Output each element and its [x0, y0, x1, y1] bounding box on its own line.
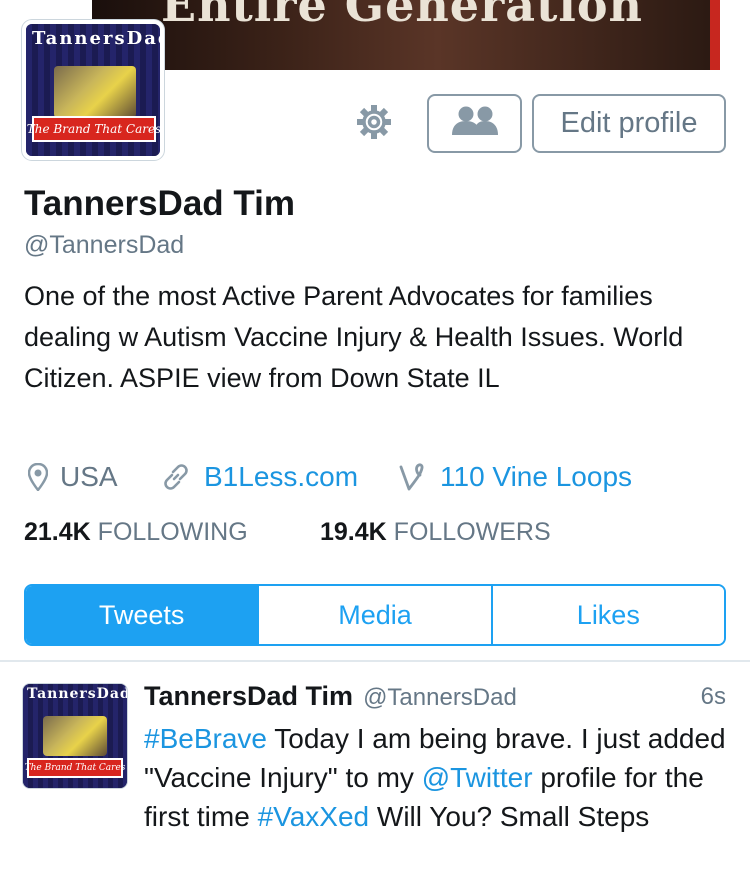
- profile-location: USA: [28, 458, 118, 496]
- profile-bio: One of the most Active Parent Advocates …: [24, 281, 684, 393]
- link-icon: [164, 464, 188, 490]
- profile-website[interactable]: B1Less.com: [160, 458, 358, 496]
- followers-number: 19.4K: [320, 518, 387, 546]
- tab-media[interactable]: Media: [257, 586, 491, 644]
- divider: [0, 660, 750, 662]
- people-button[interactable]: [427, 94, 522, 153]
- following-count[interactable]: 21.4K FOLLOWING: [24, 518, 248, 547]
- tweet-avatar[interactable]: TannersDad The Brand That Cares: [22, 683, 128, 789]
- vine-icon: [399, 463, 424, 491]
- avatar-banner-text: The Brand That Cares: [27, 116, 160, 142]
- hashtag-link[interactable]: #BeBrave: [144, 723, 267, 754]
- banner-image: Entire Generation: [92, 0, 720, 70]
- tweet-header: TannersDad Tim @TannersDad 6s: [144, 681, 728, 717]
- banner-red-edge: [710, 0, 720, 70]
- profile-tabs: Tweets Media Likes: [24, 584, 726, 646]
- following-number: 21.4K: [24, 518, 91, 546]
- location-pin-icon: [28, 463, 48, 491]
- tab-tweets[interactable]: Tweets: [26, 586, 258, 644]
- banner-title: Entire Generation: [161, 0, 643, 32]
- website-link[interactable]: B1Less.com: [204, 461, 358, 493]
- followers-count[interactable]: 19.4K FOLLOWERS: [320, 518, 551, 547]
- tweet-text: #BeBrave Today I am being brave. I just …: [144, 719, 728, 836]
- tweet-author-handle[interactable]: @TannersDad: [363, 684, 517, 712]
- profile-name: TannersDad Tim: [24, 184, 295, 223]
- tweet-author-name[interactable]: TannersDad Tim: [144, 681, 353, 712]
- profile-vine[interactable]: 110 Vine Loops: [398, 458, 632, 496]
- tweet-text-segment: Will You? Small Steps: [369, 801, 650, 832]
- gear-icon[interactable]: [354, 102, 394, 142]
- followers-label: FOLLOWERS: [393, 518, 551, 546]
- profile-avatar[interactable]: TannersDad The Brand That Cares: [22, 20, 164, 160]
- tweet-timestamp[interactable]: 6s: [701, 683, 726, 711]
- mention-link[interactable]: @Twitter: [422, 762, 533, 793]
- profile-handle: @TannersDad: [24, 231, 185, 259]
- following-label: FOLLOWING: [97, 518, 248, 546]
- location-text: USA: [60, 461, 118, 492]
- avatar-banner-text: The Brand That Cares: [25, 758, 125, 778]
- avatar-arc-text: TannersDad: [27, 686, 128, 702]
- hashtag-link[interactable]: #VaxXed: [258, 801, 370, 832]
- edit-profile-button[interactable]: Edit profile: [532, 94, 726, 153]
- people-icon: [449, 105, 501, 142]
- tab-likes[interactable]: Likes: [490, 586, 724, 644]
- avatar-arc-text: TannersDad: [32, 28, 164, 49]
- vine-loops-link[interactable]: 110 Vine Loops: [440, 461, 632, 493]
